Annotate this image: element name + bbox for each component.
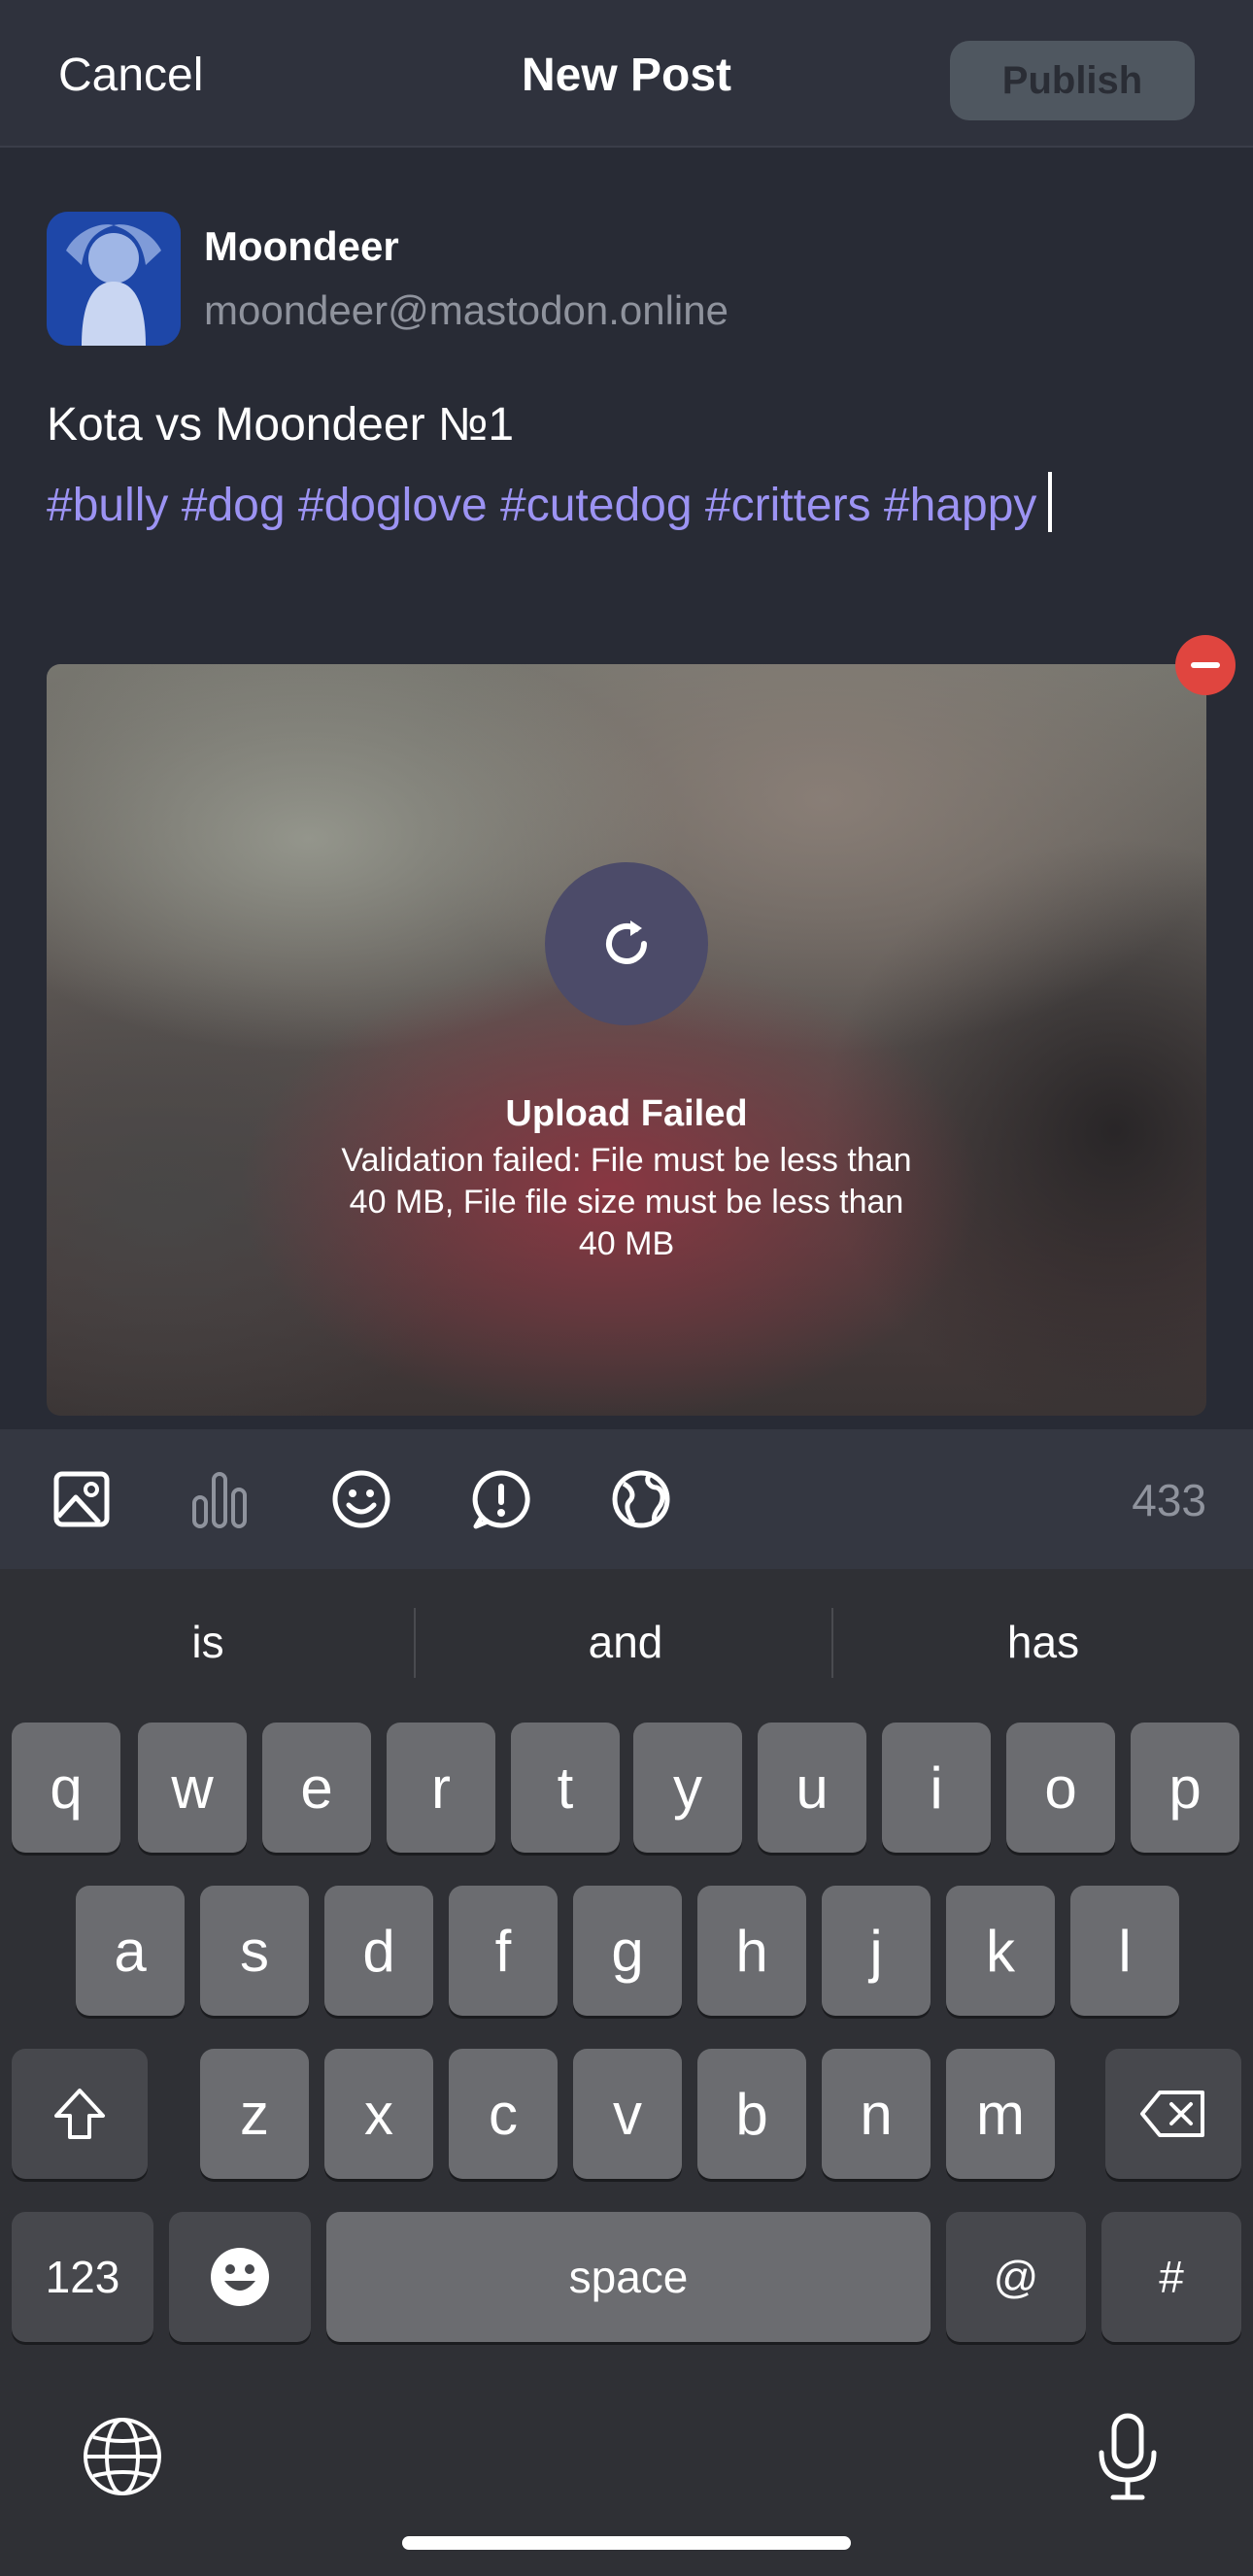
upload-status-message: Validation failed: File must be less tha…: [341, 1142, 912, 1262]
key-j[interactable]: j: [822, 1886, 931, 2016]
key-v[interactable]: v: [573, 2049, 682, 2179]
at-key[interactable]: @: [946, 2212, 1086, 2342]
shift-icon: [54, 2089, 105, 2139]
key-q[interactable]: q: [12, 1723, 120, 1853]
key-i[interactable]: i: [882, 1723, 991, 1853]
account-display-name: Moondeer: [204, 223, 399, 269]
character-count: 433: [1132, 1475, 1206, 1525]
top-bar: Cancel New Post Publish: [0, 0, 1253, 148]
avatar-image-icon: [47, 212, 181, 346]
emoji-keyboard-icon: [211, 2248, 269, 2306]
key-d[interactable]: d: [324, 1886, 433, 2016]
post-text-line[interactable]: Kota vs Moondeer №1: [47, 398, 514, 452]
poll-icon[interactable]: [188, 1468, 251, 1530]
microphone-icon[interactable]: [1096, 2412, 1160, 2501]
key-h[interactable]: h: [697, 1886, 806, 2016]
key-x[interactable]: x: [324, 2049, 433, 2179]
suggestion-divider: [831, 1608, 833, 1678]
key-r[interactable]: r: [387, 1723, 495, 1853]
key-t[interactable]: t: [511, 1723, 620, 1853]
key-g[interactable]: g: [573, 1886, 682, 2016]
space-key[interactable]: space: [326, 2212, 931, 2342]
key-c[interactable]: c: [449, 2049, 558, 2179]
key-s[interactable]: s: [200, 1886, 309, 2016]
suggestion-2[interactable]: and: [422, 1616, 830, 1668]
avatar[interactable]: [47, 212, 181, 346]
post-hashtags[interactable]: #bully #dog #doglove #cutedog #critters …: [47, 472, 1053, 532]
key-p[interactable]: p: [1131, 1723, 1239, 1853]
key-o[interactable]: o: [1006, 1723, 1115, 1853]
numbers-key[interactable]: 123: [12, 2212, 153, 2342]
hashtags-text: #bully #dog #doglove #cutedog #critters …: [47, 480, 1037, 531]
key-z[interactable]: z: [200, 2049, 309, 2179]
publish-button[interactable]: Publish: [950, 41, 1195, 120]
hash-key[interactable]: #: [1101, 2212, 1241, 2342]
retry-upload-button[interactable]: [545, 862, 708, 1025]
suggestion-1[interactable]: is: [4, 1616, 412, 1668]
key-u[interactable]: u: [758, 1723, 866, 1853]
keyboard-globe-icon[interactable]: [82, 2416, 163, 2497]
key-l[interactable]: l: [1070, 1886, 1179, 2016]
key-b[interactable]: b: [697, 2049, 806, 2179]
home-indicator: [402, 2536, 851, 2550]
account-handle: moondeer@mastodon.online: [204, 287, 728, 333]
retry-icon: [606, 920, 647, 964]
key-m[interactable]: m: [946, 2049, 1055, 2179]
remove-icon: [1191, 662, 1220, 668]
shift-key[interactable]: [12, 2049, 148, 2179]
key-e[interactable]: e: [262, 1723, 371, 1853]
remove-attachment-button[interactable]: [1175, 635, 1236, 695]
globe-icon[interactable]: [610, 1468, 672, 1530]
backspace-key[interactable]: [1105, 2049, 1241, 2179]
text-cursor: [1048, 472, 1053, 532]
key-k[interactable]: k: [946, 1886, 1055, 2016]
key-w[interactable]: w: [138, 1723, 247, 1853]
suggestion-3[interactable]: has: [839, 1616, 1247, 1668]
keyboard: is and has q w e r t y u i o p a s d f g…: [0, 1569, 1253, 2576]
content-warning-icon[interactable]: [470, 1468, 532, 1530]
image-icon[interactable]: [51, 1468, 113, 1530]
emoji-icon[interactable]: [330, 1468, 392, 1530]
key-a[interactable]: a: [76, 1886, 185, 2016]
key-y[interactable]: y: [633, 1723, 742, 1853]
emoji-key[interactable]: [169, 2212, 311, 2342]
suggestion-divider: [414, 1608, 416, 1678]
compose-toolbar: 433: [0, 1429, 1253, 1569]
key-f[interactable]: f: [449, 1886, 558, 2016]
key-n[interactable]: n: [822, 2049, 931, 2179]
backspace-icon: [1140, 2091, 1204, 2137]
media-attachment[interactable]: Upload Failed Validation failed: File mu…: [47, 664, 1206, 1416]
upload-status-title: Upload Failed: [505, 1093, 748, 1134]
